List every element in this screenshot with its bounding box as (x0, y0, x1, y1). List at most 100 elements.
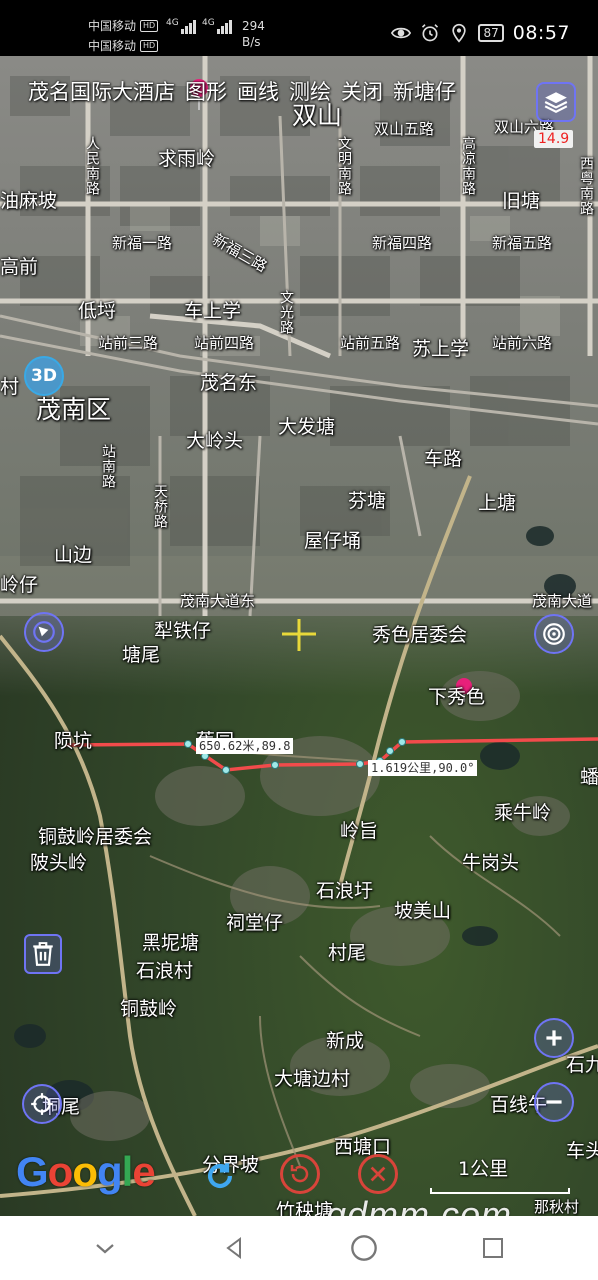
place-label: 低埒 (78, 300, 117, 322)
nav-recents-button[interactable] (473, 1228, 513, 1268)
place-label: 新成 (326, 1030, 365, 1052)
place-label: 文明南路 (336, 136, 352, 196)
segment-measure-label: 650.62米,89.8 (196, 738, 294, 754)
place-label: 双山五路 (374, 120, 435, 138)
layers-icon (544, 92, 568, 113)
place-label: 高前 (0, 256, 39, 278)
minus-icon (546, 1100, 562, 1104)
back-triangle-icon (226, 1237, 242, 1259)
place-label: 新福四路 (372, 234, 433, 252)
google-letter: G (16, 1148, 49, 1195)
menu-survey[interactable]: 测绘 (289, 76, 331, 106)
compass-button[interactable] (24, 612, 64, 652)
place-label: 秀色居委会 (372, 624, 468, 646)
place-label: 铜鼓岭居委会 (38, 826, 153, 848)
place-label: 陨坑 (54, 730, 93, 752)
layers-button[interactable] (536, 82, 576, 122)
place-label: 站南路 (100, 444, 116, 489)
network-speed-value: 294 (242, 19, 265, 33)
satellite-map[interactable]: 双山 双山五路 双山六路 求雨岭 人民南路 文明南路 高凉南路 油麻坡 旧塘 新… (0, 56, 598, 1216)
target-button[interactable] (534, 614, 574, 654)
hd-badge-1: HD (140, 20, 159, 32)
zoom-level-badge: 14.9 (534, 130, 574, 148)
place-label: 站前三路 (98, 334, 159, 352)
menu-draw-line[interactable]: 画线 (237, 76, 279, 106)
place-label: 下秀色 (428, 686, 486, 708)
google-letter: g (96, 1148, 123, 1195)
zoom-out-button[interactable] (534, 1082, 574, 1122)
place-label: 大塘边村 (274, 1068, 351, 1090)
place-label: 犁铁仔 (154, 620, 212, 642)
locate-button[interactable] (22, 1084, 62, 1124)
place-label: 车头 (566, 1140, 598, 1162)
undo-button[interactable] (280, 1154, 320, 1194)
3d-button-label: 3D (31, 366, 57, 386)
place-label: 山边 (54, 544, 93, 566)
trash-button[interactable] (24, 934, 62, 974)
menu-close[interactable]: 关闭 (341, 76, 383, 106)
google-letter: e (132, 1148, 155, 1195)
place-label: 新福五路 (492, 234, 553, 252)
place-label: 石九 (566, 1054, 598, 1076)
google-logo: Google (16, 1148, 156, 1196)
place-label: 村 (0, 376, 20, 398)
place-label: 茂南大道东 (180, 592, 256, 610)
place-label: 文光路 (278, 290, 294, 335)
google-letter: l (121, 1148, 134, 1195)
place-label: 那秋村 (534, 1198, 580, 1216)
menu-shape[interactable]: 图形 (185, 76, 227, 106)
place-label: 车路 (424, 448, 463, 470)
place-label: 大发塘 (278, 416, 336, 438)
network-speed: 294 B/s (242, 18, 265, 50)
place-label: 岭旨 (340, 820, 379, 842)
network-type-2: 4G (202, 18, 215, 28)
close-icon (370, 1166, 386, 1182)
place-label: 人民南路 (84, 136, 100, 196)
google-letter: o (47, 1148, 74, 1195)
zoom-in-button[interactable] (534, 1018, 574, 1058)
place-label: 站前六路 (492, 334, 553, 352)
battery-indicator: 87 (478, 24, 504, 42)
refresh-icon (207, 1163, 233, 1189)
signal-icon-1: 4G (166, 18, 196, 34)
place-label: 陂头岭 (30, 852, 88, 874)
3d-button[interactable]: 3D (24, 356, 64, 396)
place-label: 坡美山 (394, 900, 452, 922)
nav-home-button[interactable] (344, 1228, 384, 1268)
place-label: 芬塘 (348, 490, 387, 512)
trash-icon (33, 942, 53, 966)
place-label: 岭仔 (0, 574, 39, 596)
place-label: 大岭头 (186, 430, 244, 452)
plus-icon (546, 1030, 562, 1046)
top-menu: 茂名国际大酒店 图形 画线 测绘 关闭 新塘仔 (28, 76, 456, 106)
place-label: 西粤南路 (578, 156, 594, 216)
place-label: 新福一路 (112, 234, 173, 252)
place-label: 旧塘 (502, 190, 541, 212)
total-measure-label: 1.619公里,90.0° (368, 760, 478, 776)
chevron-down-icon (96, 1244, 114, 1254)
crosshair-icon (282, 619, 316, 651)
place-label: 铜鼓岭 (120, 998, 178, 1020)
place-label: 茂名东 (200, 372, 258, 394)
place-label: 苏上学 (412, 338, 470, 360)
undo-icon (290, 1165, 309, 1183)
nav-down-button[interactable] (85, 1228, 125, 1268)
refresh-button[interactable] (200, 1156, 240, 1196)
nav-back-button[interactable] (214, 1228, 254, 1268)
target-icon (543, 623, 565, 645)
place-label: 乘牛岭 (494, 802, 552, 824)
alarm-icon (422, 24, 439, 42)
clear-button[interactable] (358, 1154, 398, 1194)
carrier-1: 中国移动 (88, 19, 137, 33)
eye-icon (391, 27, 412, 39)
google-letter: o (72, 1148, 98, 1195)
place-label: 上塘 (478, 492, 517, 514)
place-label: 石浪圩 (316, 880, 374, 902)
signal-icon-2: 4G (202, 18, 232, 34)
recents-square-icon (483, 1238, 504, 1258)
place-label: 高凉南路 (460, 136, 476, 196)
place-label: 车上学 (184, 300, 242, 322)
place-label: 站前五路 (340, 334, 401, 352)
navigation-bar (0, 1216, 598, 1280)
place-label: 茂南大道 (532, 592, 593, 610)
